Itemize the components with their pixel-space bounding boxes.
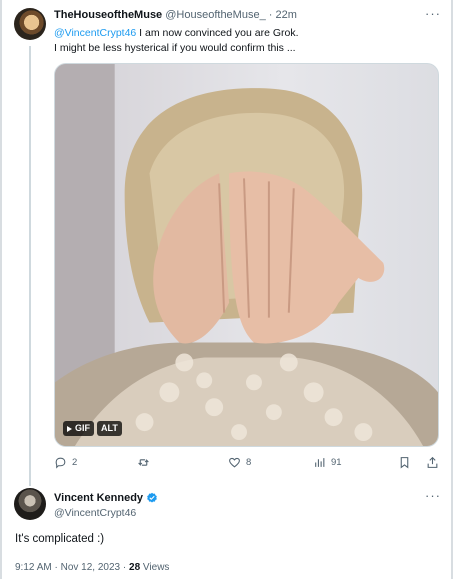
bookmark-button[interactable] [398, 456, 411, 469]
play-icon [67, 425, 72, 432]
like-count: 8 [246, 457, 252, 468]
retweet-button[interactable] [137, 456, 155, 469]
share-button[interactable] [426, 456, 439, 469]
reply-text-line1: I am now convinced you are Grok. [136, 27, 299, 39]
main-tweet-text: It's complicated :) [15, 533, 105, 545]
tweet-time[interactable]: 9:12 AM [15, 562, 52, 573]
comment-icon [55, 457, 66, 469]
main-author-name-row: Vincent Kennedy [54, 492, 158, 504]
header-separator: · [268, 9, 273, 21]
analytics-icon [315, 458, 325, 467]
gif-badges: GIF ALT [63, 421, 122, 436]
reply-count: 2 [72, 457, 78, 468]
reply-author-avatar[interactable] [14, 8, 46, 40]
verified-badge-icon [147, 492, 157, 503]
meta-separator-2: · [122, 562, 127, 573]
reply-text-line2: I might be less hysterical if you would … [54, 42, 296, 54]
gif-media[interactable]: GIF ALT [54, 63, 439, 447]
tweet-views-label: Views [142, 562, 170, 573]
reply-action-bar: 2 8 91 [54, 456, 439, 472]
share-icon [427, 456, 438, 468]
views-button[interactable]: 91 [313, 456, 342, 469]
thread-connector-line [29, 46, 31, 486]
mention-link[interactable]: @VincentCrypt46 [54, 27, 136, 39]
reply-author-name[interactable]: TheHouseoftheMuse [54, 9, 162, 21]
like-button[interactable]: 8 [228, 456, 251, 469]
reply-more-options-icon[interactable]: ··· [425, 6, 441, 21]
views-count: 91 [331, 457, 342, 468]
main-author-avatar[interactable] [14, 488, 46, 520]
meta-separator: · [54, 562, 58, 573]
reply-text: @VincentCrypt46 I am now convinced you a… [54, 26, 439, 56]
tweet-metadata: 9:12 AM · Nov 12, 2023 · 28 Views [15, 562, 169, 573]
left-border [0, 0, 2, 579]
tweet-views-number: 28 [129, 562, 141, 573]
bookmark-icon [400, 457, 409, 469]
main-author-handle[interactable]: @VincentCrypt46 [54, 507, 136, 519]
main-author-name[interactable]: Vincent Kennedy [54, 492, 143, 504]
heart-icon [229, 457, 240, 468]
reply-timestamp[interactable]: 22m [276, 9, 297, 21]
gif-label: GIF [75, 423, 90, 433]
reply-author-handle[interactable]: @HouseoftheMuse_ [165, 9, 265, 21]
tweet-date[interactable]: Nov 12, 2023 [61, 562, 121, 573]
reply-button[interactable]: 2 [54, 456, 77, 469]
gif-image [55, 64, 438, 446]
main-more-options-icon[interactable]: ··· [425, 488, 441, 503]
reply-header: TheHouseoftheMuse @HouseoftheMuse_ · 22m [54, 9, 297, 21]
alt-badge[interactable]: ALT [97, 421, 122, 436]
gif-badge[interactable]: GIF [63, 421, 94, 436]
retweet-icon [138, 459, 149, 466]
